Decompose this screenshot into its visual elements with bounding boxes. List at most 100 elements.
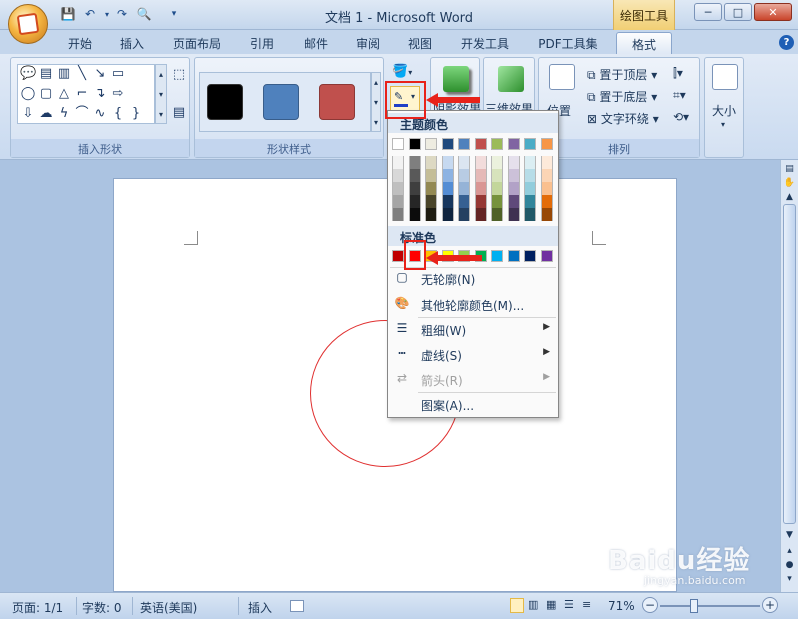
send-to-back-button[interactable]: ⧉ 置于底层 ▾ bbox=[587, 88, 657, 105]
theme-shade-swatch[interactable] bbox=[491, 182, 503, 195]
oval-shape-icon[interactable]: ◯ bbox=[20, 87, 36, 101]
theme-shade-swatch[interactable] bbox=[425, 156, 437, 169]
theme-shade-swatch[interactable] bbox=[507, 195, 520, 208]
scroll-hand-icon[interactable]: ✋ bbox=[783, 178, 796, 191]
menu-item[interactable]: ☰ 粗细(W) ▶ bbox=[388, 317, 558, 342]
brace-right-shape-icon[interactable]: } bbox=[128, 107, 144, 121]
theme-shade-swatch[interactable] bbox=[474, 169, 487, 182]
theme-shade-swatch[interactable] bbox=[491, 169, 503, 182]
theme-shade-swatch[interactable] bbox=[474, 182, 487, 195]
office-button[interactable] bbox=[8, 4, 48, 44]
theme-shade-swatch[interactable] bbox=[507, 208, 520, 221]
style-swatch-red[interactable] bbox=[319, 84, 355, 120]
rectangle-shape-icon[interactable]: ▭ bbox=[110, 67, 126, 81]
scroll-down-icon[interactable]: ▼ bbox=[783, 530, 796, 543]
shape-styles-scroll[interactable]: ▴ ▾ ▾ bbox=[371, 72, 381, 132]
standard-color-swatch[interactable] bbox=[524, 250, 536, 262]
down-arrow-shape-icon[interactable]: ⇩ bbox=[20, 107, 36, 121]
text-box-icon[interactable]: ▤ bbox=[171, 106, 187, 120]
shapes-gallery-scroll[interactable]: ▴ ▾ ▾ bbox=[155, 64, 167, 124]
next-page-icon[interactable]: ▾ bbox=[783, 574, 796, 587]
style-swatch-blue[interactable] bbox=[263, 84, 299, 120]
shape-fill-icon[interactable]: 🪣▾ bbox=[392, 64, 412, 79]
theme-shade-swatch[interactable] bbox=[441, 169, 454, 182]
theme-shade-swatch[interactable] bbox=[408, 195, 421, 208]
zoom-in-icon[interactable]: + bbox=[762, 597, 778, 613]
theme-color-swatch[interactable] bbox=[408, 138, 421, 150]
status-mode[interactable]: 插入 bbox=[248, 599, 272, 616]
callout-shape-icon[interactable]: 💬 bbox=[20, 67, 36, 81]
menu-item[interactable]: 🎨 其他轮廓颜色(M)... bbox=[388, 292, 558, 317]
size-button[interactable]: 大小 bbox=[712, 102, 736, 119]
help-icon[interactable]: ? bbox=[779, 35, 794, 50]
tab-developer[interactable]: 开发工具 bbox=[452, 32, 518, 54]
line-shape-icon[interactable]: ╲ bbox=[74, 67, 90, 81]
draft-view-icon[interactable]: ≡ bbox=[582, 598, 591, 611]
standard-color-swatch[interactable] bbox=[507, 250, 520, 262]
theme-shade-swatch[interactable] bbox=[441, 156, 454, 169]
theme-shade-swatch[interactable] bbox=[392, 169, 404, 182]
theme-shade-swatch[interactable] bbox=[392, 208, 404, 221]
theme-shade-swatch[interactable] bbox=[507, 182, 520, 195]
zoom-slider-thumb[interactable] bbox=[690, 599, 698, 613]
style-swatch-black[interactable] bbox=[207, 84, 243, 120]
theme-shade-swatch[interactable] bbox=[392, 156, 404, 169]
tab-mailings[interactable]: 邮件 bbox=[294, 32, 338, 54]
theme-color-swatch[interactable] bbox=[458, 138, 470, 150]
theme-shade-swatch[interactable] bbox=[474, 195, 487, 208]
tab-view[interactable]: 视图 bbox=[398, 32, 442, 54]
size-icon[interactable] bbox=[712, 64, 738, 90]
scrollbar-thumb[interactable] bbox=[783, 204, 796, 524]
browse-object-icon[interactable]: ● bbox=[783, 560, 796, 573]
outline-view-icon[interactable]: ☰ bbox=[564, 598, 574, 611]
tab-insert[interactable]: 插入 bbox=[110, 32, 154, 54]
theme-shade-swatch[interactable] bbox=[408, 169, 421, 182]
theme-shade-swatch[interactable] bbox=[491, 208, 503, 221]
theme-shade-swatch[interactable] bbox=[507, 156, 520, 169]
theme-shade-swatch[interactable] bbox=[524, 169, 536, 182]
theme-color-swatch[interactable] bbox=[507, 138, 520, 150]
theme-shade-swatch[interactable] bbox=[425, 182, 437, 195]
minimize-button[interactable]: ─ bbox=[694, 3, 722, 21]
tab-references[interactable]: 引用 bbox=[240, 32, 284, 54]
tab-review[interactable]: 审阅 bbox=[346, 32, 390, 54]
theme-shade-swatch[interactable] bbox=[441, 208, 454, 221]
theme-shade-swatch[interactable] bbox=[408, 156, 421, 169]
standard-color-swatch[interactable] bbox=[540, 250, 553, 262]
theme-shade-swatch[interactable] bbox=[540, 208, 553, 221]
theme-color-swatch[interactable] bbox=[441, 138, 454, 150]
curve-shape-icon[interactable]: ∿ bbox=[92, 107, 108, 121]
tab-page-layout[interactable]: 页面布局 bbox=[164, 32, 230, 54]
theme-shade-swatch[interactable] bbox=[540, 169, 553, 182]
theme-color-swatch[interactable] bbox=[425, 138, 437, 150]
brace-shape-icon[interactable]: { bbox=[110, 107, 126, 121]
theme-color-swatch[interactable] bbox=[474, 138, 487, 150]
theme-shade-swatch[interactable] bbox=[408, 182, 421, 195]
status-zoom[interactable]: 71% bbox=[608, 599, 635, 613]
standard-color-swatch[interactable] bbox=[491, 250, 503, 262]
web-layout-view-icon[interactable]: ▦ bbox=[546, 598, 556, 611]
status-words[interactable]: 字数: 0 bbox=[82, 599, 122, 616]
theme-shade-swatch[interactable] bbox=[491, 156, 503, 169]
theme-color-swatch[interactable] bbox=[491, 138, 503, 150]
elbow-connector-shape-icon[interactable]: ⌐ bbox=[74, 87, 90, 101]
close-button[interactable]: ✕ bbox=[754, 3, 792, 21]
theme-shade-swatch[interactable] bbox=[408, 208, 421, 221]
standard-color-swatch[interactable] bbox=[392, 250, 404, 262]
theme-shade-swatch[interactable] bbox=[524, 208, 536, 221]
theme-shade-swatch[interactable] bbox=[540, 156, 553, 169]
size-chevron-icon[interactable]: ▾ bbox=[721, 120, 725, 129]
theme-shade-swatch[interactable] bbox=[474, 208, 487, 221]
theme-shade-swatch[interactable] bbox=[524, 156, 536, 169]
theme-shade-swatch[interactable] bbox=[392, 182, 404, 195]
tab-pdf-tools[interactable]: PDF工具集 bbox=[528, 32, 608, 54]
elbow-arrow-shape-icon[interactable]: ↴ bbox=[92, 87, 108, 101]
arrow-line-shape-icon[interactable]: ↘ bbox=[92, 67, 108, 81]
theme-shade-swatch[interactable] bbox=[392, 195, 404, 208]
theme-shade-swatch[interactable] bbox=[425, 208, 437, 221]
tab-format[interactable]: 格式 bbox=[616, 32, 672, 54]
textbox-shape-icon[interactable]: ▤ bbox=[38, 67, 54, 81]
zoom-out-icon[interactable]: − bbox=[642, 597, 658, 613]
lightning-shape-icon[interactable]: ϟ bbox=[56, 107, 72, 121]
right-arrow-shape-icon[interactable]: ⇨ bbox=[110, 87, 126, 101]
